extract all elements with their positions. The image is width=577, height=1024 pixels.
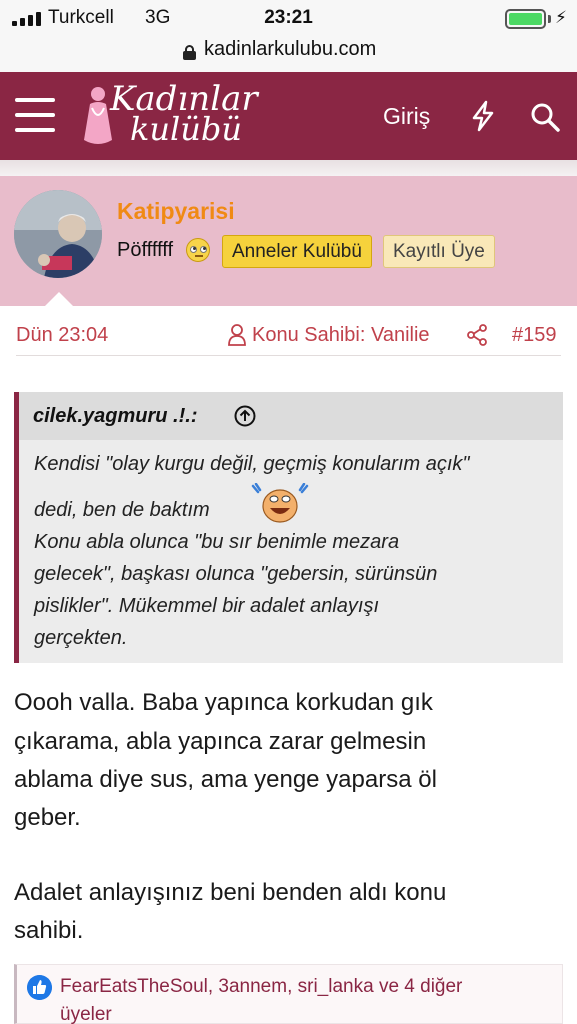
bolt-icon[interactable] [470,100,496,132]
header-shadow [0,160,577,176]
url-text[interactable]: kadinlarkulubu.com [204,38,376,61]
divider [16,355,561,356]
user-badge: Anneler Kulübü [222,235,372,268]
person-icon [228,324,246,346]
battery-cap [548,15,551,23]
post-body-line: Oooh valla. Baba yapınca korkudan gık [14,689,433,716]
quote-line: gerçekten. [34,627,128,649]
post-number-link[interactable]: #159 [512,324,557,347]
avatar[interactable] [14,190,102,278]
thumbs-up-icon [27,975,52,1000]
reaction-users-link[interactable]: FearEatsTheSoul, 3annem, sri_lanka ve 4 … [60,976,462,998]
status-time: 23:21 [264,7,313,28]
share-icon[interactable] [466,324,488,346]
post-body-line: sahibi. [14,917,84,944]
search-icon[interactable] [530,102,560,132]
login-link[interactable]: Giriş [383,103,430,130]
menu-icon[interactable] [15,98,55,132]
reaction-users-link[interactable]: üyeler [60,1004,112,1024]
thread-owner-label: Konu Sahibi: Vanilie [252,324,430,346]
charging-icon: ⚡ [555,8,567,27]
logo-text-bottom[interactable]: kulübü [130,110,242,148]
post-body-line: geber. [14,804,81,831]
quote-line: pislikler". Mükemmel bir adalet anlayışı [34,595,379,617]
speech-pointer [45,292,73,306]
lock-icon [183,45,196,60]
user-title: Pöffffff [117,239,173,261]
post-body-line: Adalet anlayışınız beni benden aldı konu [14,879,447,906]
quote-line: Konu abla olunca "bu sır benimle mezara [34,531,400,553]
battery-icon [505,9,546,29]
post-date[interactable]: Dün 23:04 [16,324,108,347]
username[interactable]: Katipyarisi [117,198,235,225]
arrow-up-circle-icon[interactable] [234,405,256,427]
user-badge: Kayıtlı Üye [383,235,495,268]
quote-line: gelecek", başkası olunca "gebersin, sürü… [34,563,438,585]
quote-line: dedi, ben de baktım [34,499,210,521]
quote-author[interactable]: cilek.yagmuru .!.: [33,405,198,428]
quote-line: Kendisi "olay kurgu değil, geçmiş konula… [34,453,470,475]
post-body-line: ablama diye sus, ama yenge yaparsa öl [14,766,437,793]
post-body-line: çıkarama, abla yapınca zarar gelmesin [14,728,427,755]
laughing-emoji-icon [251,483,309,523]
eye-roll-emoji-icon [186,238,210,262]
